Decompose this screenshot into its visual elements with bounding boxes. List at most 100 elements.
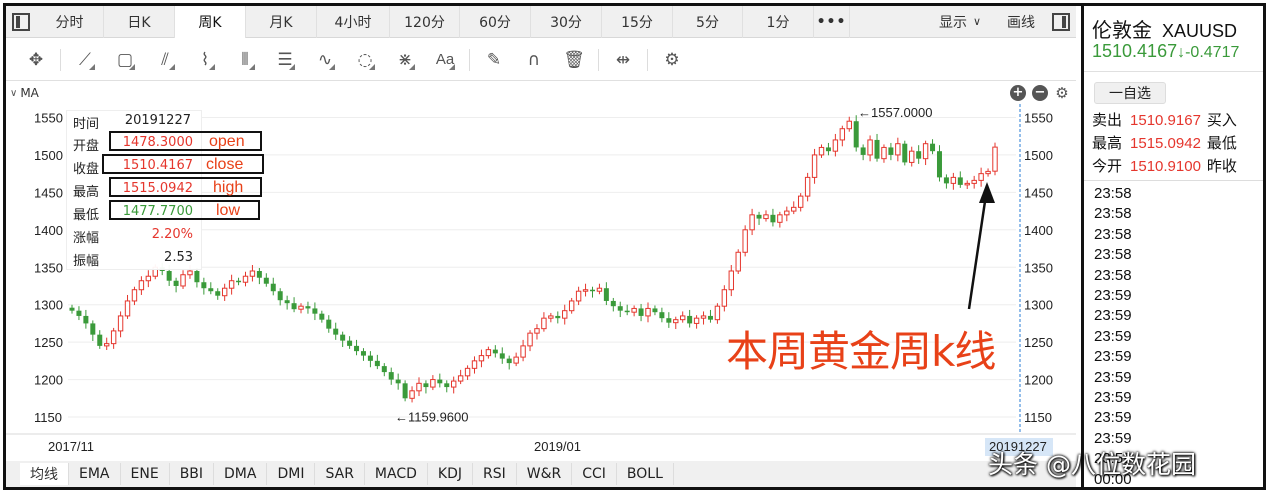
candle-body	[735, 251, 741, 272]
channel-icon[interactable]: ⌇	[185, 44, 225, 76]
indicator-tab[interactable]: SAR	[315, 463, 365, 485]
quote-panel: 伦敦金 XAUUSD 1510.4167↓-0.4717 一自选 卖出 1510.9…	[1081, 6, 1263, 487]
y-tick-label-right: 1350	[1024, 260, 1053, 275]
period-tab[interactable]: 周K	[175, 6, 246, 38]
pen-icon[interactable]: ✎	[474, 44, 514, 76]
amplitude-label: 振幅	[73, 254, 100, 269]
indicator-tab[interactable]: EMA	[69, 463, 121, 485]
wave-icon[interactable]: ∿	[305, 44, 345, 76]
indicator-tab-bar: 均线 EMA ENE BBI DMA DMI SAR MACD KDJ RSI W&R CCI BOLL	[6, 461, 1076, 487]
candle-body	[666, 318, 672, 323]
trash-icon[interactable]: 🗑	[554, 44, 594, 76]
chevron-down-icon: ∨	[972, 15, 982, 28]
candle-body	[874, 139, 880, 159]
quote-label: 最低	[1206, 134, 1237, 152]
candle-body	[249, 270, 256, 277]
chart-settings-icon[interactable]: ⚙	[1054, 85, 1070, 101]
fan-lines-icon[interactable]: ⫽	[145, 44, 185, 76]
indicator-tab[interactable]: W&R	[517, 463, 573, 485]
period-tab[interactable]: 60分	[460, 6, 531, 38]
period-tab[interactable]: 分时	[36, 6, 104, 38]
candle-body	[291, 303, 297, 310]
candle-body	[797, 195, 804, 208]
tick-time: 23:58	[1094, 205, 1132, 223]
indicator-tab[interactable]: DMA	[214, 463, 268, 485]
indicator-tab[interactable]: ENE	[121, 463, 170, 485]
indicator-tab[interactable]: DMI	[267, 463, 316, 485]
left-panel-toggle-icon[interactable]	[6, 6, 36, 38]
add-to-watchlist-button[interactable]: 一自选	[1094, 82, 1166, 104]
candle-body	[728, 270, 734, 291]
fibonacci-icon[interactable]: ☰	[265, 44, 305, 76]
zoom-in-icon[interactable]: +	[1010, 85, 1026, 101]
candle-body	[680, 315, 686, 321]
candle-body	[90, 323, 96, 335]
candle-body	[194, 270, 200, 283]
candle-body	[867, 139, 873, 156]
candle-body	[610, 300, 616, 307]
candle-body	[659, 312, 665, 319]
candle-body	[527, 332, 533, 347]
time-value: 20191227	[124, 113, 191, 128]
open-annotation: open	[209, 133, 245, 150]
rectangle-icon[interactable]: ▢	[105, 44, 145, 76]
right-panel-toggle-icon[interactable]	[1046, 6, 1076, 38]
ellipse-icon[interactable]: ◌	[345, 44, 385, 76]
magnet-icon[interactable]: ∩	[514, 44, 554, 76]
period-tab[interactable]: 日K	[104, 6, 175, 38]
trend-line-icon[interactable]: ⟋	[65, 44, 105, 76]
indicator-tab[interactable]: BOLL	[617, 463, 674, 485]
period-tab[interactable]: 15分	[602, 6, 673, 38]
period-tab[interactable]: 30分	[531, 6, 602, 38]
candle-body	[770, 214, 776, 223]
indicator-tab[interactable]: CCI	[572, 463, 617, 485]
text-tool-icon[interactable]: Aa	[425, 44, 465, 76]
vertical-lines-icon[interactable]: ⦀	[225, 44, 265, 76]
candle-body	[909, 150, 915, 163]
indicator-tab[interactable]: MACD	[365, 463, 428, 485]
candle-body	[763, 214, 769, 220]
candle-body	[409, 390, 415, 399]
draw-line-button[interactable]: 画线	[996, 6, 1046, 38]
time-label: 时间	[73, 117, 100, 132]
y-tick-label-right: 1450	[1024, 185, 1053, 200]
candle-body	[444, 383, 450, 388]
zoom-out-icon[interactable]: −	[1032, 85, 1048, 101]
settings-gear-icon[interactable]: ⚙	[652, 44, 692, 76]
gann-icon[interactable]: ⋇	[385, 44, 425, 76]
candle-body	[818, 146, 825, 156]
y-tick-label-left: 1550	[34, 110, 63, 125]
y-tick-label-left: 1250	[34, 335, 63, 350]
candle-body	[131, 289, 138, 302]
instrument-name: 伦敦金	[1092, 18, 1152, 42]
change-value: 2.20%	[151, 227, 193, 242]
period-tab[interactable]: 月K	[246, 6, 317, 38]
period-tab[interactable]: 1分	[743, 6, 814, 38]
candle-body	[791, 206, 797, 212]
candle-body	[319, 313, 325, 320]
tick-time: 23:59	[1094, 389, 1132, 406]
period-tab[interactable]: 4小时	[317, 6, 390, 38]
candle-body	[589, 289, 595, 292]
candle-body	[298, 305, 304, 310]
quote-label: 卖出	[1092, 111, 1123, 129]
high-label: 最高	[73, 185, 100, 200]
period-tab[interactable]: 5分	[673, 6, 743, 38]
candle-body	[367, 355, 373, 361]
split-icon[interactable]: ⇹	[603, 44, 643, 76]
indicator-tab[interactable]: 均线	[20, 463, 69, 485]
tick-time: 23:59	[1094, 348, 1132, 366]
indicator-tab[interactable]: KDJ	[428, 463, 473, 485]
period-tab[interactable]: 120分	[390, 6, 460, 38]
more-periods-button[interactable]: •••	[814, 6, 850, 38]
candle-body	[950, 176, 957, 184]
candle-body	[902, 143, 908, 163]
y-tick-label-right: 1300	[1024, 298, 1053, 313]
display-menu[interactable]: 显示 ∨	[924, 6, 996, 38]
candle-body	[742, 229, 748, 253]
indicator-tab[interactable]: RSI	[473, 463, 517, 485]
y-tick-label-left: 1150	[34, 410, 62, 425]
indicator-tab[interactable]: BBI	[170, 463, 215, 485]
collapse-arrow-icon[interactable]: ∨	[10, 88, 17, 99]
crosshair-icon[interactable]: ✥	[16, 44, 56, 76]
